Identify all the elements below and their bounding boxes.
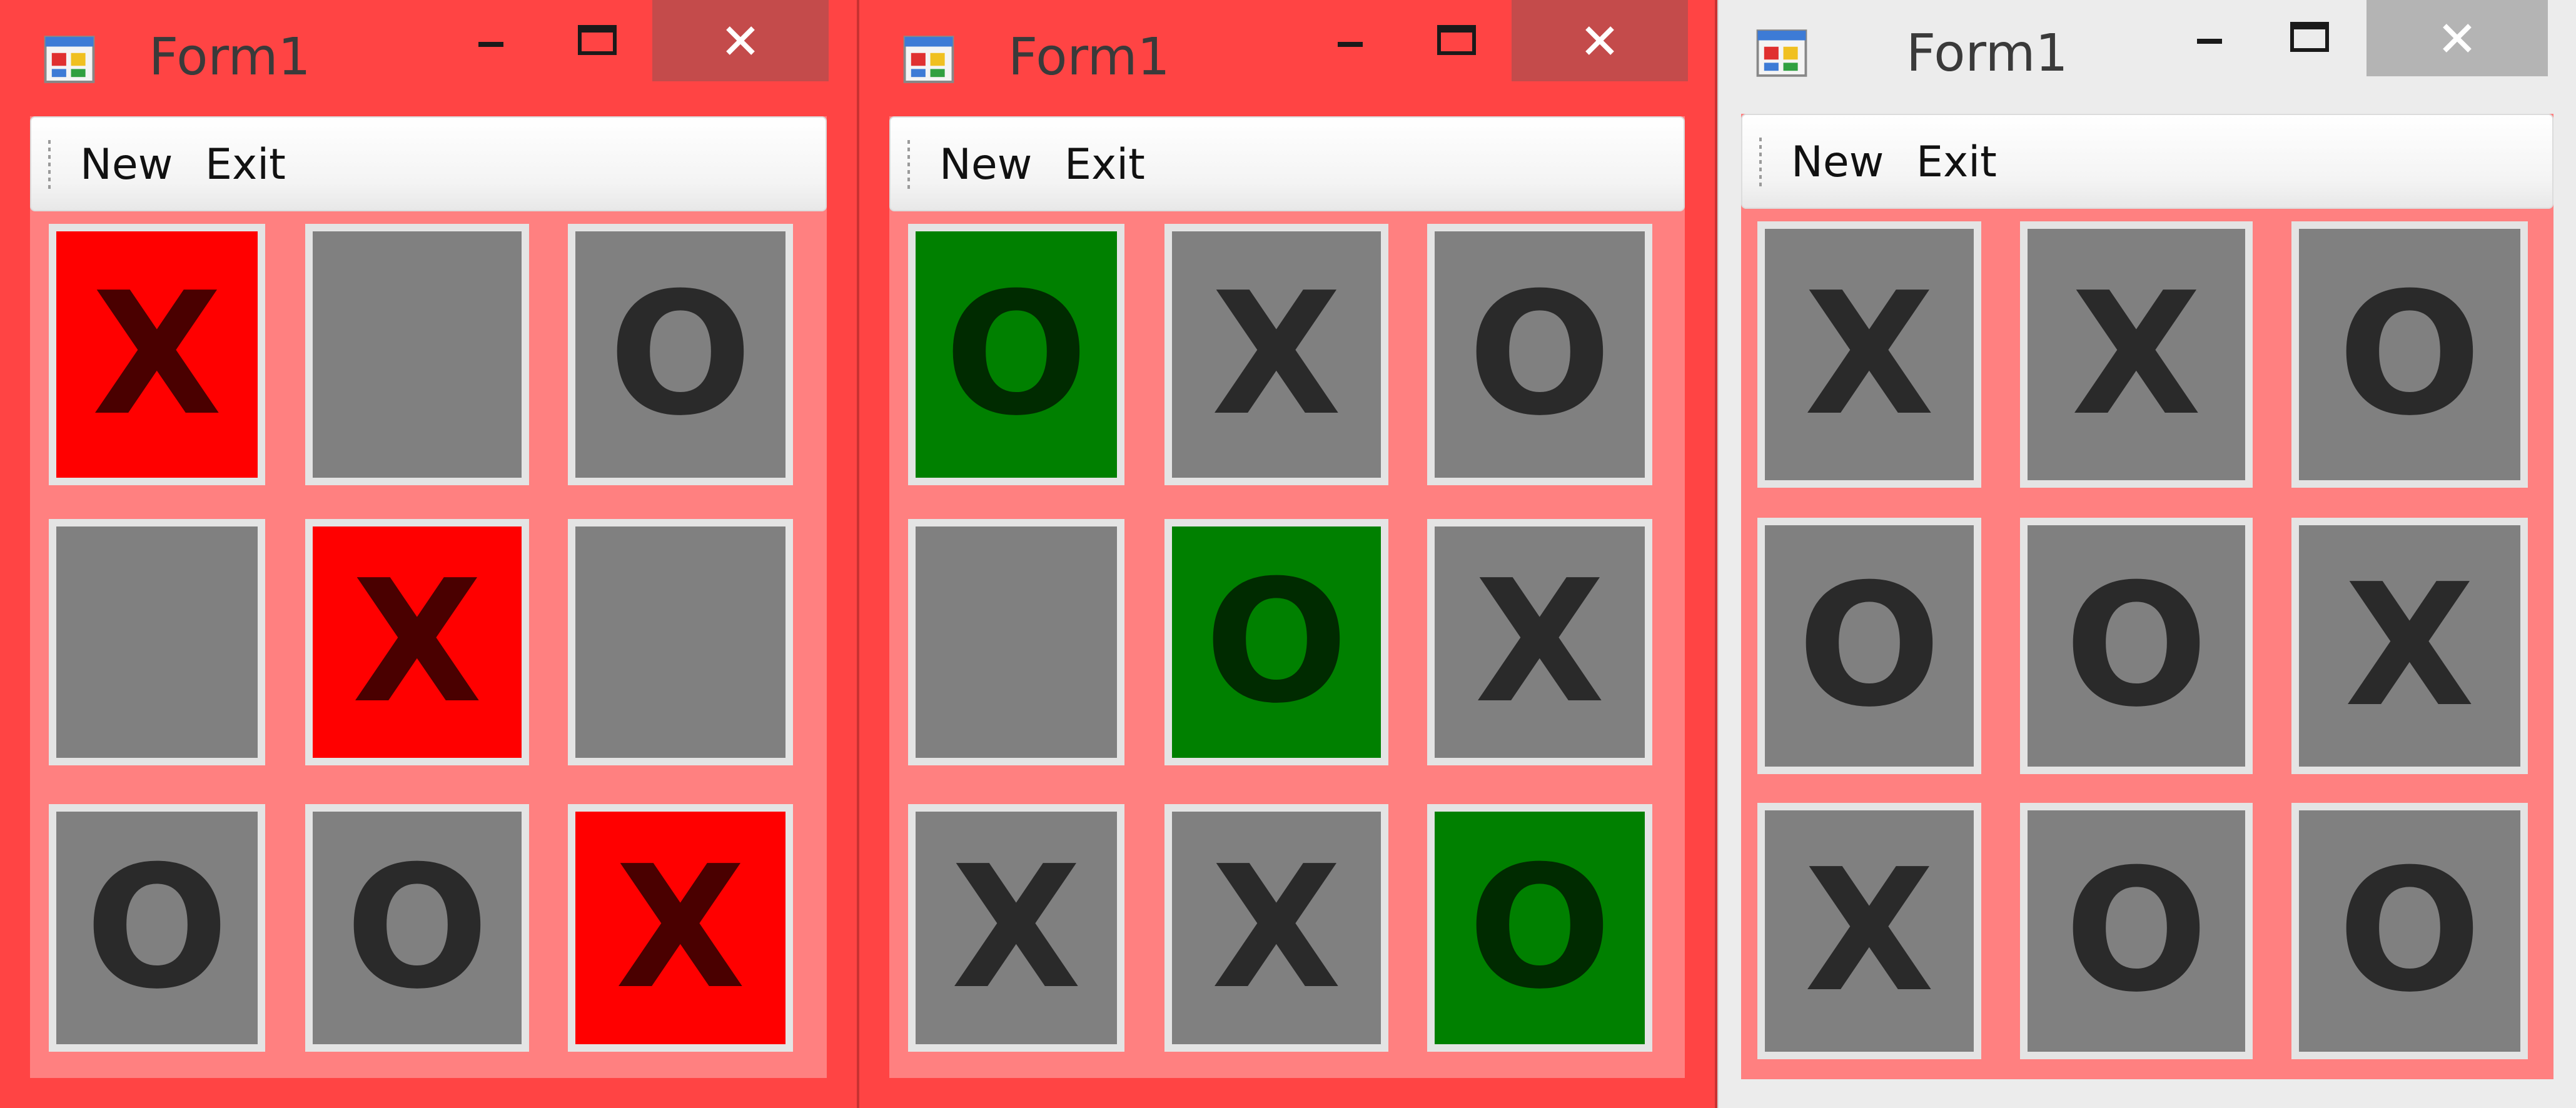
maximize-button[interactable] (2269, 0, 2350, 75)
board-cell[interactable]: X (1427, 519, 1652, 765)
maximize-button[interactable] (1416, 0, 1497, 81)
board-cell[interactable]: O (1427, 804, 1652, 1052)
menu-item-new[interactable]: New (1791, 126, 1884, 199)
board-cell[interactable]: O (1427, 224, 1652, 485)
menu-item-new[interactable]: New (939, 129, 1032, 201)
title-bar[interactable]: Form1 (859, 0, 1715, 116)
close-icon (2443, 24, 2472, 53)
board-cell[interactable]: O (2291, 803, 2528, 1059)
close-button[interactable] (1512, 0, 1688, 81)
menu-grip-icon[interactable] (46, 139, 53, 191)
app-icon[interactable] (1756, 28, 1807, 79)
title-bar[interactable]: Form1 (0, 0, 857, 116)
minimize-icon (1338, 42, 1363, 47)
board-cell[interactable]: O (1164, 519, 1388, 765)
board-cell[interactable]: X (1164, 224, 1388, 485)
board-cell[interactable]: X (2291, 518, 2528, 774)
minimize-button[interactable] (450, 0, 532, 81)
app-icon[interactable] (44, 34, 95, 85)
form-client-area: New Exit X X O O O X X O O (1741, 114, 2553, 1079)
board-cell[interactable]: X (1164, 804, 1388, 1052)
form-client-area: New Exit X O X O O X (30, 116, 827, 1078)
maximize-button[interactable] (557, 0, 638, 81)
title-bar[interactable]: Form1 (1719, 0, 2576, 116)
board-cell[interactable]: O (2291, 221, 2528, 488)
menu-bar: New Exit (889, 116, 1685, 211)
minimize-icon (478, 42, 503, 47)
game-board: O X O O X X X O (889, 211, 1685, 1078)
form-client-area: New Exit O X O O X X X O (889, 116, 1685, 1078)
maximize-icon (1437, 25, 1476, 55)
board-cell[interactable]: X (568, 804, 793, 1052)
menu-grip-icon[interactable] (1757, 136, 1764, 189)
game-board: X O X O O X (30, 211, 827, 1078)
board-cell[interactable]: O (1757, 518, 1981, 774)
menu-grip-icon[interactable] (906, 139, 912, 191)
close-button[interactable] (652, 0, 829, 81)
minimize-button[interactable] (1310, 0, 1391, 81)
board-cell[interactable]: O (908, 224, 1124, 485)
board-cell[interactable]: X (49, 224, 265, 485)
maximize-icon (2290, 22, 2329, 52)
board-cell[interactable]: X (305, 519, 529, 765)
window-title: Form1 (1906, 24, 2068, 83)
menu-item-exit[interactable]: Exit (1916, 126, 1997, 199)
board-cell[interactable]: X (1757, 221, 1981, 488)
menu-bar: New Exit (30, 116, 827, 211)
board-cell[interactable]: O (2020, 518, 2253, 774)
window-title: Form1 (1008, 28, 1170, 87)
board-cell[interactable]: O (49, 804, 265, 1052)
minimize-button[interactable] (2169, 0, 2250, 75)
form-window-3: Form1 New Exit X X O O O X X O O (1717, 0, 2576, 1108)
close-button[interactable] (2366, 0, 2548, 76)
board-cell[interactable] (568, 519, 793, 765)
board-cell[interactable] (908, 519, 1124, 765)
menu-bar: New Exit (1741, 114, 2553, 209)
game-board: X X O O O X X O O (1741, 209, 2553, 1079)
menu-item-exit[interactable]: Exit (205, 129, 286, 201)
board-cell[interactable] (49, 519, 265, 765)
close-icon (726, 26, 755, 55)
form-window-2: Form1 New Exit O X O O X X X O (859, 0, 1717, 1108)
minimize-icon (2197, 39, 2222, 44)
board-cell[interactable]: O (305, 804, 529, 1052)
board-cell[interactable]: X (1757, 803, 1981, 1059)
close-icon (1585, 26, 1614, 55)
board-cell[interactable]: X (908, 804, 1124, 1052)
app-icon[interactable] (903, 34, 954, 85)
board-cell[interactable]: X (2020, 221, 2253, 488)
board-cell[interactable] (305, 224, 529, 485)
menu-item-exit[interactable]: Exit (1064, 129, 1145, 201)
board-cell[interactable]: O (568, 224, 793, 485)
board-cell[interactable]: O (2020, 803, 2253, 1059)
form-window-1: Form1 New Exit X O X O O X (0, 0, 859, 1108)
menu-item-new[interactable]: New (80, 129, 173, 201)
maximize-icon (578, 25, 617, 55)
window-title: Form1 (149, 28, 311, 87)
